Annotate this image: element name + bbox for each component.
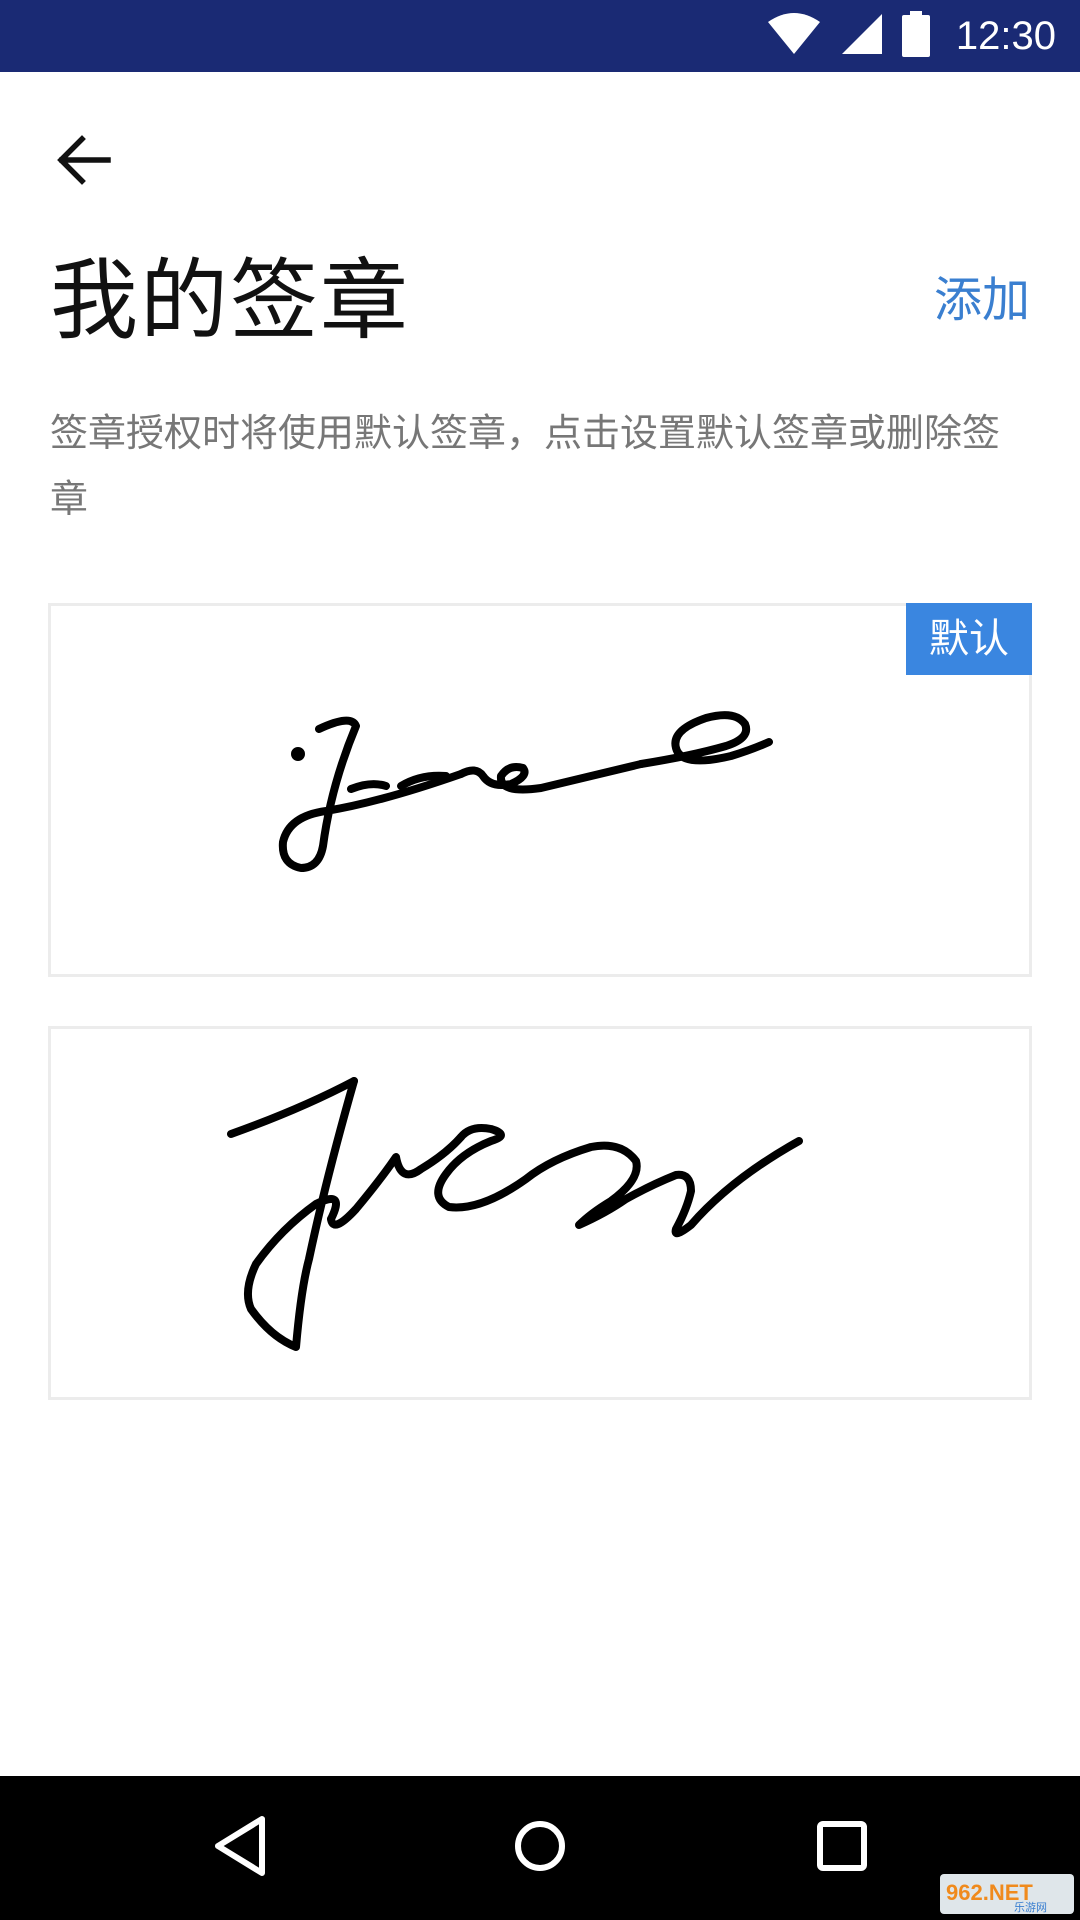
add-signature-button[interactable]: 添加: [934, 268, 1030, 332]
nav-recent-icon: [816, 1820, 868, 1876]
page-title: 我的签章: [50, 249, 411, 352]
nav-home-icon: [512, 1818, 568, 1878]
system-nav-bar: 962.NET 乐游网: [0, 1776, 1080, 1920]
nav-back-icon: [212, 1815, 268, 1881]
screen: 12:30 我的签章 添加 签章授权时将使用默认签章，点击设置默认签章或删除签章…: [0, 0, 1080, 1920]
back-button[interactable]: [34, 112, 134, 212]
svg-text:乐游网: 乐游网: [1014, 1901, 1047, 1914]
wifi-icon: [766, 12, 822, 60]
status-time: 12:30: [955, 13, 1056, 58]
signature-card[interactable]: [48, 1026, 1032, 1400]
page-description: 签章授权时将使用默认签章，点击设置默认签章或删除签章: [50, 411, 1001, 521]
cell-signal-icon: [840, 12, 884, 60]
status-bar: 12:30: [0, 0, 1080, 72]
watermark-logo: 962.NET 乐游网: [940, 1874, 1074, 1914]
nav-back-button[interactable]: [190, 1798, 290, 1898]
nav-home-button[interactable]: [490, 1798, 590, 1898]
signature-card-default[interactable]: 默认: [48, 603, 1032, 977]
battery-icon: [901, 11, 930, 61]
default-badge: 默认: [906, 603, 1032, 675]
status-icons: 12:30: [766, 0, 1056, 72]
arrow-left-icon: [56, 134, 112, 190]
nav-recent-button[interactable]: [792, 1798, 892, 1898]
signature-image-2: [227, 1077, 803, 1351]
signature-image-1: [278, 711, 773, 872]
